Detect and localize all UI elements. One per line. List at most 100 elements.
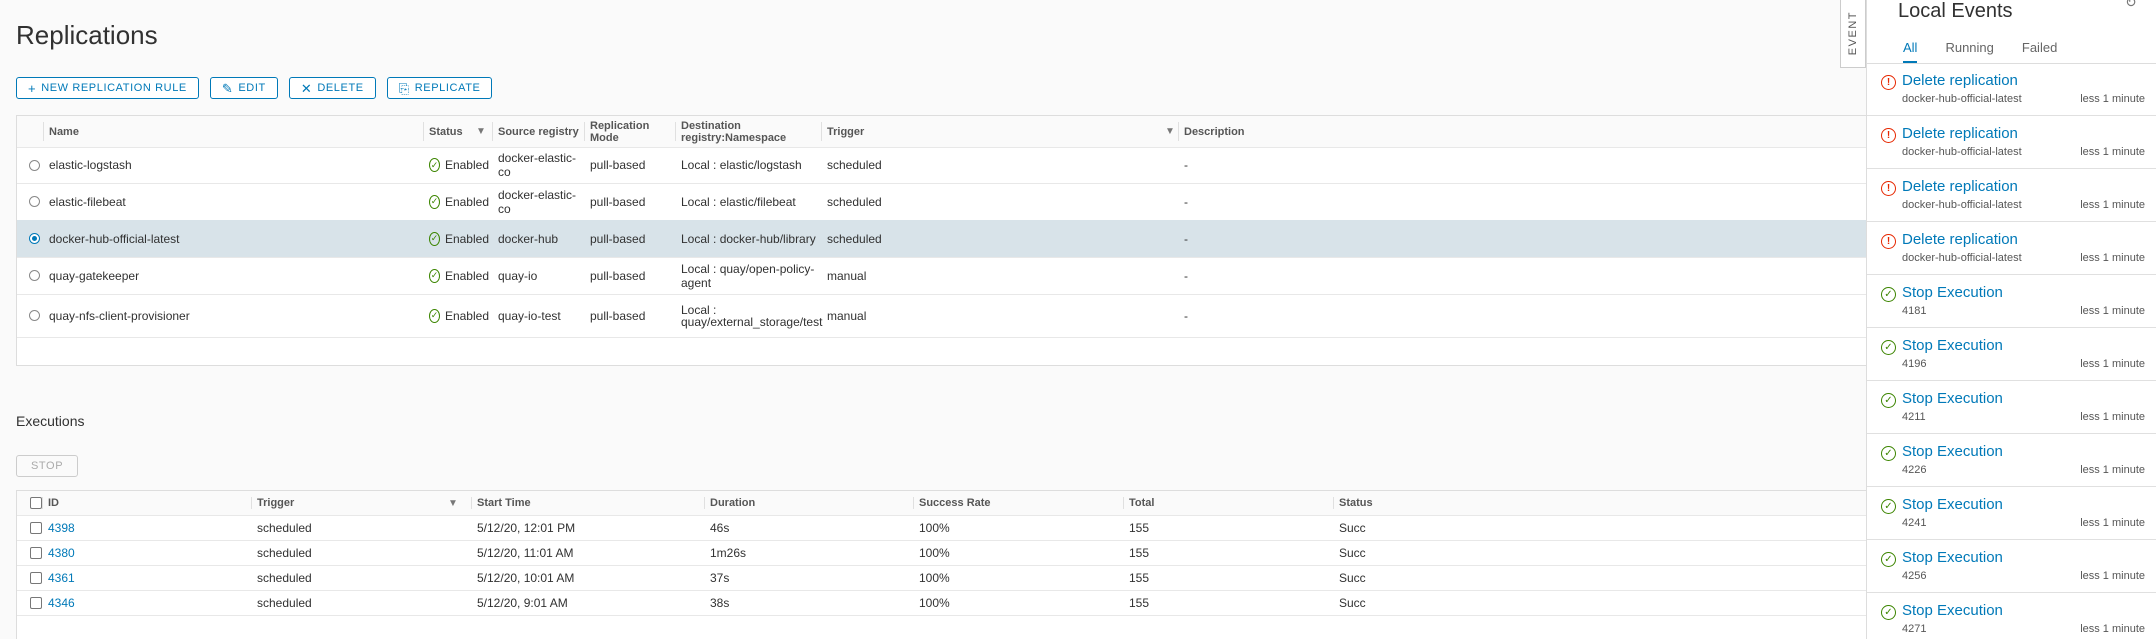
event-title-link[interactable]: Delete replication xyxy=(1902,125,2018,142)
table-row[interactable]: 4361 scheduled 5/12/20, 10:01 AM 37s 100% 155… xyxy=(17,565,1870,591)
filter-icon[interactable]: ▼ xyxy=(448,498,458,509)
rule-name[interactable]: elastic-logstash xyxy=(49,147,409,183)
row-select[interactable] xyxy=(30,590,50,615)
column-separator[interactable] xyxy=(584,122,585,141)
table-row[interactable]: docker-hub-official-latest ✓ Enabled docker… xyxy=(17,220,1870,258)
event-title-link[interactable]: Stop Execution xyxy=(1902,443,2003,460)
execution-id-link[interactable]: 4380 xyxy=(48,540,228,565)
event-title-link[interactable]: Stop Execution xyxy=(1902,390,2003,407)
event-title-link[interactable]: Stop Execution xyxy=(1902,549,2003,566)
column-separator[interactable] xyxy=(821,122,822,141)
execution-id-link[interactable]: 4346 xyxy=(48,590,228,615)
edit-button[interactable]: ✎ EDIT xyxy=(209,77,278,99)
column-separator[interactable] xyxy=(1333,497,1334,509)
row-select[interactable] xyxy=(29,294,49,337)
rule-name[interactable]: elastic-filebeat xyxy=(49,183,409,220)
row-radio[interactable] xyxy=(29,270,40,281)
event-title-link[interactable]: Delete replication xyxy=(1902,231,2018,248)
tab-failed[interactable]: Failed xyxy=(2022,40,2057,64)
column-separator[interactable] xyxy=(492,122,493,141)
row-checkbox[interactable] xyxy=(30,596,42,609)
stop-button[interactable]: STOP xyxy=(16,455,79,477)
event-title-link[interactable]: Delete replication xyxy=(1902,178,2018,195)
filter-icon[interactable]: ▼ xyxy=(1165,126,1175,137)
column-separator[interactable] xyxy=(1178,122,1179,141)
event-title-link[interactable]: Stop Execution xyxy=(1902,496,2003,513)
table-row[interactable]: quay-gatekeeper ✓ Enabled quay-io pull-based… xyxy=(17,257,1870,295)
event-title-link[interactable]: Delete replication xyxy=(1902,72,2018,89)
delete-button[interactable]: ✕ DELETE xyxy=(288,77,376,99)
col-trigger-header[interactable]: Trigger xyxy=(827,116,1147,147)
column-separator[interactable] xyxy=(913,497,914,509)
col-mode-header[interactable]: Replication Mode xyxy=(590,116,675,147)
col-name-header[interactable]: Name xyxy=(49,116,409,147)
row-select[interactable] xyxy=(30,515,50,540)
col-description-header[interactable]: Description xyxy=(1184,116,1484,147)
table-row[interactable]: elastic-logstash ✓ Enabled docker-elastic-c… xyxy=(17,147,1870,184)
rule-source: quay-io xyxy=(498,268,538,283)
col-success-rate-header[interactable]: Success Rate xyxy=(919,491,1119,515)
success-icon: ✓ xyxy=(1881,287,1896,302)
row-radio[interactable] xyxy=(29,310,40,321)
table-row[interactable]: quay-nfs-client-provisioner ✓ Enabled quay-… xyxy=(17,294,1870,338)
event-side-tab[interactable]: EVENT xyxy=(1840,0,1866,68)
column-separator[interactable] xyxy=(43,122,44,141)
col-id-header[interactable]: ID xyxy=(48,491,228,515)
replicate-button[interactable]: ⎘ REPLICATE xyxy=(386,77,493,99)
table-row[interactable]: 4346 scheduled 5/12/20, 9:01 AM 38s 100% 155 S… xyxy=(17,590,1870,616)
row-checkbox[interactable] xyxy=(30,546,42,559)
event-title-link[interactable]: Stop Execution xyxy=(1902,284,2003,301)
row-select[interactable] xyxy=(29,220,49,257)
column-separator[interactable] xyxy=(704,497,705,509)
column-separator[interactable] xyxy=(251,497,252,509)
col-status-header[interactable]: Status xyxy=(1339,491,1399,515)
tab-running[interactable]: Running xyxy=(1945,40,1993,64)
filter-icon[interactable]: ▼ xyxy=(476,126,486,137)
execution-id-link[interactable]: 4361 xyxy=(48,565,228,590)
table-row[interactable]: 4398 scheduled 5/12/20, 12:01 PM 46s 100% 155… xyxy=(17,515,1870,541)
row-select[interactable] xyxy=(30,565,50,590)
table-row[interactable]: 4380 scheduled 5/12/20, 11:01 AM 1m26s 100% 1… xyxy=(17,540,1870,566)
success-icon: ✓ xyxy=(1881,393,1896,408)
rule-name[interactable]: quay-gatekeeper xyxy=(49,257,409,294)
column-separator[interactable] xyxy=(42,497,43,509)
col-trigger-header[interactable]: Trigger xyxy=(257,491,457,515)
rule-name[interactable]: docker-hub-official-latest xyxy=(49,220,409,257)
row-radio[interactable] xyxy=(29,159,40,171)
execution-success-rate: 100% xyxy=(919,570,950,585)
event-title-link[interactable]: Stop Execution xyxy=(1902,337,2003,354)
check-circle-icon: ✓ xyxy=(429,308,440,323)
row-radio[interactable] xyxy=(29,196,40,207)
rule-trigger: manual xyxy=(827,308,867,323)
column-separator[interactable] xyxy=(471,497,472,509)
row-select[interactable] xyxy=(29,257,49,294)
row-checkbox[interactable] xyxy=(30,521,42,534)
row-radio[interactable] xyxy=(29,233,40,244)
refresh-icon[interactable]: ↻ xyxy=(2125,0,2137,11)
event-title-link[interactable]: Stop Execution xyxy=(1902,602,2003,619)
event-item: ✓ Stop Execution 4241 less 1 minute xyxy=(1867,488,2156,540)
column-separator[interactable] xyxy=(675,122,676,141)
row-select[interactable] xyxy=(29,147,49,183)
col-duration-header[interactable]: Duration xyxy=(710,491,910,515)
col-source-header[interactable]: Source registry xyxy=(498,116,583,147)
column-separator[interactable] xyxy=(1123,497,1124,509)
table-row[interactable]: elastic-filebeat ✓ Enabled docker-elastic-c… xyxy=(17,183,1870,221)
row-checkbox[interactable] xyxy=(30,571,42,584)
execution-status: Succ xyxy=(1339,595,1366,610)
column-separator[interactable] xyxy=(423,122,424,141)
col-total-header[interactable]: Total xyxy=(1129,491,1329,515)
rule-name[interactable]: quay-nfs-client-provisioner xyxy=(49,294,409,337)
execution-id-link[interactable]: 4398 xyxy=(48,515,228,540)
tab-all[interactable]: All xyxy=(1903,40,1918,64)
rule-status: ✓ Enabled xyxy=(429,220,489,257)
new-replication-rule-button[interactable]: + NEW REPLICATION RULE xyxy=(16,77,199,99)
select-all-checkbox[interactable] xyxy=(30,497,42,509)
col-start-time-header[interactable]: Start Time xyxy=(477,491,697,515)
rule-status-text: Enabled xyxy=(444,194,489,209)
row-select[interactable] xyxy=(30,540,50,565)
rule-status: ✓ Enabled xyxy=(429,257,489,294)
rule-mode: pull-based xyxy=(590,231,646,246)
col-destination-header[interactable]: Destination registry:Namespace xyxy=(681,116,821,147)
row-select[interactable] xyxy=(29,183,49,220)
